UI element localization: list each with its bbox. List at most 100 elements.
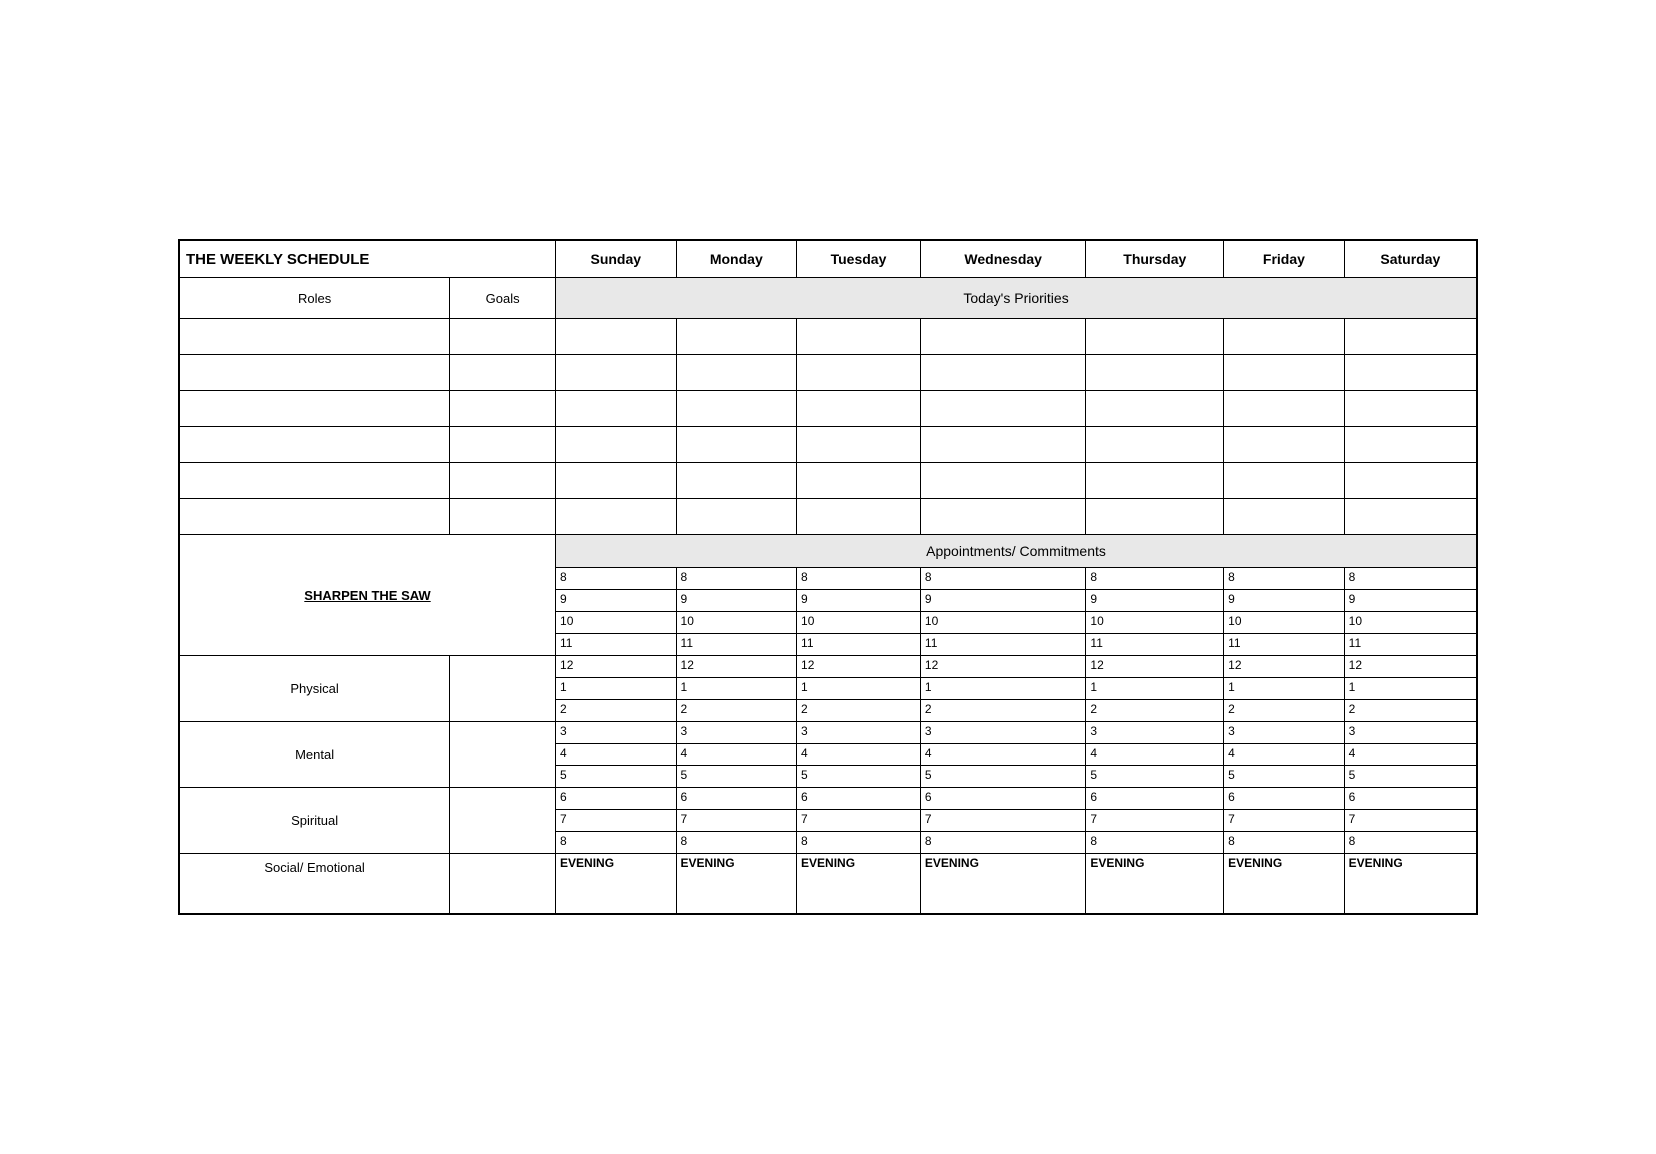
time-thu-2[interactable]: 2 [1086, 700, 1224, 722]
evening-sun[interactable]: EVENING [556, 854, 677, 914]
priority-sat-3[interactable] [1344, 391, 1477, 427]
time-sun-8[interactable]: 8 [556, 568, 677, 590]
time-mon-12[interactable]: 12 [676, 656, 797, 678]
time-fri-12[interactable]: 12 [1224, 656, 1345, 678]
time-tue-1[interactable]: 1 [797, 678, 921, 700]
time-thu-8[interactable]: 8 [1086, 568, 1224, 590]
time-fri-2[interactable]: 2 [1224, 700, 1345, 722]
priority-sat-6[interactable] [1344, 499, 1477, 535]
evening-mon[interactable]: EVENING [676, 854, 797, 914]
priority-tue-5[interactable] [797, 463, 921, 499]
time-sun-2[interactable]: 2 [556, 700, 677, 722]
spiritual-goal[interactable] [450, 788, 556, 854]
time-sun-11[interactable]: 11 [556, 634, 677, 656]
time-tue-6[interactable]: 6 [797, 788, 921, 810]
priority-fri-2[interactable] [1224, 355, 1345, 391]
time-mon-4[interactable]: 4 [676, 744, 797, 766]
evening-wed[interactable]: EVENING [920, 854, 1086, 914]
time-sat-2[interactable]: 2 [1344, 700, 1477, 722]
priority-sun-4[interactable] [556, 427, 677, 463]
time-thu-11[interactable]: 11 [1086, 634, 1224, 656]
goal-cell-6[interactable] [450, 499, 556, 535]
time-tue-9[interactable]: 9 [797, 590, 921, 612]
time-fri-8b[interactable]: 8 [1224, 832, 1345, 854]
time-thu-7[interactable]: 7 [1086, 810, 1224, 832]
time-thu-8b[interactable]: 8 [1086, 832, 1224, 854]
time-thu-9[interactable]: 9 [1086, 590, 1224, 612]
priority-thu-1[interactable] [1086, 319, 1224, 355]
time-fri-9[interactable]: 9 [1224, 590, 1345, 612]
priority-sat-1[interactable] [1344, 319, 1477, 355]
time-fri-8[interactable]: 8 [1224, 568, 1345, 590]
time-tue-12[interactable]: 12 [797, 656, 921, 678]
time-wed-6[interactable]: 6 [920, 788, 1086, 810]
priority-tue-6[interactable] [797, 499, 921, 535]
time-sun-9[interactable]: 9 [556, 590, 677, 612]
priority-wed-3[interactable] [920, 391, 1086, 427]
priority-wed-1[interactable] [920, 319, 1086, 355]
time-mon-2[interactable]: 2 [676, 700, 797, 722]
time-mon-8b[interactable]: 8 [676, 832, 797, 854]
time-tue-2[interactable]: 2 [797, 700, 921, 722]
time-tue-7[interactable]: 7 [797, 810, 921, 832]
time-tue-10[interactable]: 10 [797, 612, 921, 634]
time-sat-1[interactable]: 1 [1344, 678, 1477, 700]
time-sat-11[interactable]: 11 [1344, 634, 1477, 656]
priority-sat-2[interactable] [1344, 355, 1477, 391]
evening-fri[interactable]: EVENING [1224, 854, 1345, 914]
time-fri-7[interactable]: 7 [1224, 810, 1345, 832]
time-wed-10[interactable]: 10 [920, 612, 1086, 634]
time-sun-12[interactable]: 12 [556, 656, 677, 678]
priority-fri-6[interactable] [1224, 499, 1345, 535]
time-sun-5[interactable]: 5 [556, 766, 677, 788]
time-mon-11[interactable]: 11 [676, 634, 797, 656]
time-tue-8b[interactable]: 8 [797, 832, 921, 854]
time-mon-8[interactable]: 8 [676, 568, 797, 590]
time-sat-10[interactable]: 10 [1344, 612, 1477, 634]
priority-fri-4[interactable] [1224, 427, 1345, 463]
time-wed-11[interactable]: 11 [920, 634, 1086, 656]
priority-sun-1[interactable] [556, 319, 677, 355]
time-sat-8[interactable]: 8 [1344, 568, 1477, 590]
role-cell-3[interactable] [179, 391, 450, 427]
time-thu-6[interactable]: 6 [1086, 788, 1224, 810]
time-thu-5[interactable]: 5 [1086, 766, 1224, 788]
time-mon-1[interactable]: 1 [676, 678, 797, 700]
time-wed-4[interactable]: 4 [920, 744, 1086, 766]
time-wed-2[interactable]: 2 [920, 700, 1086, 722]
priority-tue-2[interactable] [797, 355, 921, 391]
time-sat-12[interactable]: 12 [1344, 656, 1477, 678]
time-sun-1[interactable]: 1 [556, 678, 677, 700]
time-thu-4[interactable]: 4 [1086, 744, 1224, 766]
time-sat-8b[interactable]: 8 [1344, 832, 1477, 854]
priority-mon-1[interactable] [676, 319, 797, 355]
role-cell-1[interactable] [179, 319, 450, 355]
time-tue-5[interactable]: 5 [797, 766, 921, 788]
time-sat-9[interactable]: 9 [1344, 590, 1477, 612]
time-fri-5[interactable]: 5 [1224, 766, 1345, 788]
priority-tue-3[interactable] [797, 391, 921, 427]
priority-tue-1[interactable] [797, 319, 921, 355]
role-cell-2[interactable] [179, 355, 450, 391]
priority-fri-1[interactable] [1224, 319, 1345, 355]
priority-sun-2[interactable] [556, 355, 677, 391]
time-sat-3[interactable]: 3 [1344, 722, 1477, 744]
time-wed-1[interactable]: 1 [920, 678, 1086, 700]
time-sun-6[interactable]: 6 [556, 788, 677, 810]
time-wed-3[interactable]: 3 [920, 722, 1086, 744]
priority-thu-6[interactable] [1086, 499, 1224, 535]
priority-thu-3[interactable] [1086, 391, 1224, 427]
priority-sun-3[interactable] [556, 391, 677, 427]
time-fri-6[interactable]: 6 [1224, 788, 1345, 810]
priority-wed-6[interactable] [920, 499, 1086, 535]
role-cell-6[interactable] [179, 499, 450, 535]
time-sat-5[interactable]: 5 [1344, 766, 1477, 788]
time-mon-9[interactable]: 9 [676, 590, 797, 612]
priority-wed-4[interactable] [920, 427, 1086, 463]
time-thu-10[interactable]: 10 [1086, 612, 1224, 634]
time-fri-1[interactable]: 1 [1224, 678, 1345, 700]
time-thu-1[interactable]: 1 [1086, 678, 1224, 700]
priority-mon-2[interactable] [676, 355, 797, 391]
time-wed-12[interactable]: 12 [920, 656, 1086, 678]
priority-mon-3[interactable] [676, 391, 797, 427]
